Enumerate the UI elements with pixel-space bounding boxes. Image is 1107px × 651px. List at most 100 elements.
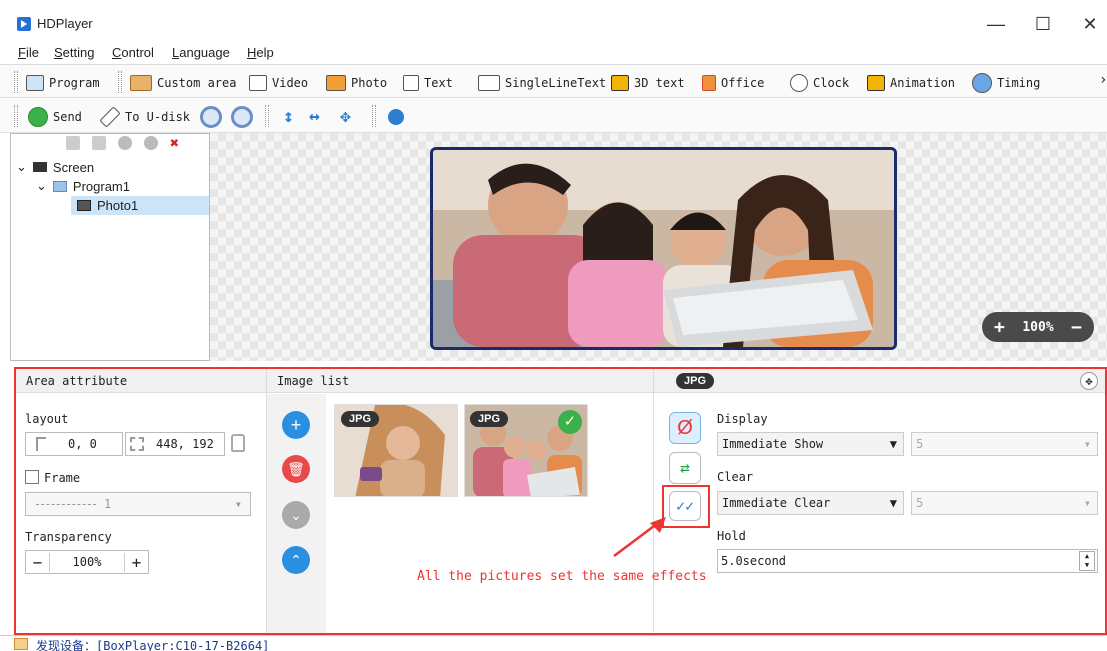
stretch-vertical-icon[interactable]: ↕ [283,106,294,127]
copy-icon[interactable] [66,136,80,150]
close-button[interactable]: ✕ [1075,12,1105,36]
zoom-out-icon[interactable] [231,106,253,128]
custom-area-icon [130,75,152,91]
selected-check-icon: ✓ [558,410,582,434]
frame-style-preview [36,503,96,505]
no-effect-icon[interactable]: Ø [669,412,701,444]
move-handle-icon[interactable]: ✥ [1080,372,1098,390]
3d-text-button[interactable]: 3D text [611,74,685,92]
program-icon [26,75,44,91]
photo-icon [326,75,346,91]
decrease-button[interactable]: − [26,552,50,572]
dropdown-arrow-icon: ▼ [889,496,897,510]
jpg-badge: JPG [470,411,509,427]
delete-image-button[interactable]: 🗑 [282,455,310,483]
move-down-icon[interactable] [144,136,158,150]
send-button[interactable]: Send [28,107,82,127]
position-field[interactable]: 0, 0 [25,432,123,456]
add-image-button[interactable]: + [282,411,310,439]
menu-language[interactable]: Language [172,45,230,60]
menu-control[interactable]: Control [112,45,154,60]
text-button[interactable]: Text [403,74,453,92]
position-icon [36,437,46,451]
move-down-button[interactable]: ⌄ [282,501,310,529]
preview-play-icon[interactable] [388,109,404,125]
layout-label: layout [25,412,69,426]
tree-item-program[interactable]: ⌄ Program1 [36,178,130,194]
minimize-button[interactable]: — [981,12,1011,36]
menu-bar [0,44,1107,64]
hold-spinner-icon[interactable]: ▲ ▼ [1079,551,1095,571]
custom-area-button[interactable]: Custom area [130,74,236,92]
stretch-horizontal-icon[interactable]: ↔ [309,106,320,127]
window-title: HDPlayer [37,16,93,31]
area-attribute-header: Area attribute [16,369,266,393]
program-icon [52,180,67,192]
toolbar-grip [372,105,376,127]
menu-setting[interactable]: Setting [54,45,94,60]
tree-item-screen[interactable]: ⌄ Screen [16,159,94,175]
hold-label: Hold [717,529,746,543]
column-divider [653,369,654,633]
dropdown-arrow-icon: ▾ [1083,496,1091,510]
image-list-header: Image list [267,369,653,393]
size-icon [130,437,144,451]
annotation-text: All the pictures set the same effects [417,569,707,584]
single-line-text-button[interactable]: SingleLineText [478,74,606,92]
zoom-control: + 100% − [982,312,1094,342]
frame-label: Frame [44,471,81,485]
delete-icon[interactable]: ✖ [170,136,179,151]
video-button[interactable]: Video [249,74,308,92]
increase-button[interactable]: + [124,552,148,572]
move-up-icon[interactable] [118,136,132,150]
effects-jpg-badge: JPG [676,373,715,389]
toolbar-overflow-chevron-icon[interactable]: › [1099,72,1107,88]
display-effect-select[interactable]: Immediate Show ▼ [717,432,904,456]
zoom-out-button[interactable]: − [1071,317,1082,338]
3d-text-icon [611,75,629,91]
usb-icon [99,106,121,128]
zoom-in-button[interactable]: + [994,317,1005,338]
effects-header [654,369,1105,393]
timing-button[interactable]: Timing [972,73,1040,93]
frame-checkbox[interactable] [25,470,39,484]
status-text: 发现设备：[BoxPlayer:C10-17-B2664] [36,639,270,651]
transparency-label: Transparency [25,530,112,544]
single-line-text-icon [478,75,500,91]
tree-item-photo[interactable]: Photo1 [71,196,209,215]
photo-button[interactable]: Photo [326,74,387,92]
frame-select[interactable]: 1 ▾ [25,492,251,516]
move-up-button[interactable]: ⌃ [282,546,310,574]
photo-area[interactable] [430,147,897,350]
annotation-arrow-icon [613,517,666,557]
maximize-button[interactable]: ☐ [1028,12,1058,36]
apply-to-all-icon[interactable]: ✓✓ [669,491,701,521]
toolbar-grip [14,71,18,93]
zoom-in-icon[interactable] [200,106,222,128]
lock-icon[interactable] [231,434,245,452]
clear-label: Clear [717,470,754,484]
animation-icon [867,75,885,91]
random-effect-icon[interactable]: ⇄ [669,452,701,484]
send-icon [28,107,48,127]
animation-button[interactable]: Animation [867,74,955,92]
clear-speed-select[interactable]: 5 ▾ [911,491,1098,515]
family-photo-image [433,150,894,347]
office-button[interactable]: Office [702,74,764,92]
hold-input[interactable]: 5.0second ▲ ▼ [717,549,1098,573]
chevron-down-icon[interactable]: ⌄ [16,159,27,175]
to-udisk-button[interactable]: To U-disk [99,106,190,128]
transparency-value: 100% [72,555,102,569]
display-speed-select[interactable]: 5 ▾ [911,432,1098,456]
chevron-down-icon[interactable]: ⌄ [36,178,47,194]
program-button[interactable]: Program [26,74,100,92]
paste-icon[interactable] [92,136,106,150]
size-field[interactable]: 448, 192 [125,432,225,456]
menu-help[interactable]: Help [247,45,274,60]
clock-button[interactable]: Clock [790,74,849,92]
app-icon [17,17,31,31]
transparency-stepper[interactable]: − 100% + [25,550,149,574]
menu-file[interactable]: File [18,45,39,60]
clear-effect-select[interactable]: Immediate Clear ▼ [717,491,904,515]
move-icon[interactable]: ✥ [340,106,351,127]
